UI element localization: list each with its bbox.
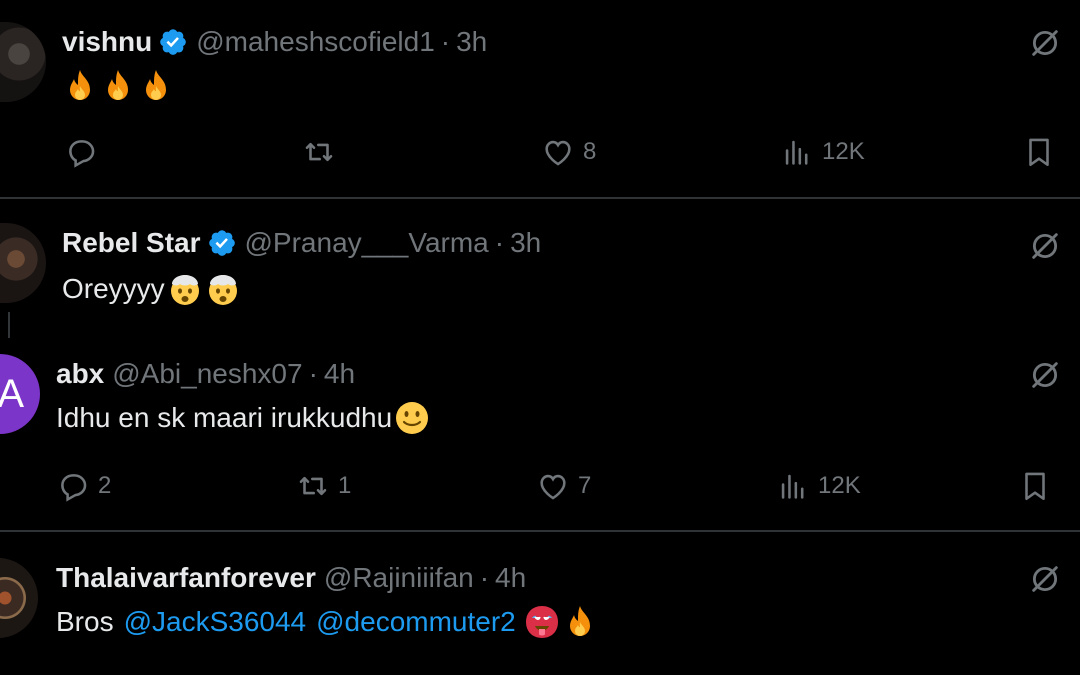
timestamp[interactable]: 4h [495, 562, 526, 594]
reply-count: 2 [98, 472, 112, 499]
mention-link[interactable]: @decommuter2 [316, 604, 516, 640]
thread-line [8, 312, 10, 338]
bookmark-icon [1022, 135, 1056, 169]
fire-emoji-icon [562, 604, 598, 640]
repost-button[interactable] [302, 132, 336, 172]
grok-icon[interactable] [1028, 562, 1062, 596]
repost-count: 1 [338, 472, 352, 499]
separator: · [440, 26, 451, 57]
action-bar: 2 1 7 12K [0, 466, 1080, 506]
like-icon [541, 135, 575, 169]
reply-button[interactable] [64, 132, 98, 172]
avatar[interactable] [0, 223, 46, 303]
avatar[interactable]: A [0, 354, 40, 434]
handle[interactable]: @maheshscofield1 [196, 26, 435, 58]
tweet-body: Bros [56, 606, 114, 637]
grok-icon[interactable] [1028, 229, 1062, 263]
fire-emoji-icon [62, 68, 98, 104]
grok-icon[interactable] [1028, 358, 1062, 392]
views-button[interactable]: 12K [780, 132, 865, 172]
views-icon [776, 469, 810, 503]
hot-face-emoji-icon [524, 604, 560, 640]
avatar[interactable] [0, 558, 38, 638]
repost-icon [302, 135, 336, 169]
handle[interactable]: @Pranay___Varma [245, 227, 489, 259]
like-count: 7 [578, 472, 592, 499]
mention-link[interactable]: @JackS36044 [124, 604, 307, 640]
like-count: 8 [583, 138, 597, 165]
view-count: 12K [818, 472, 861, 499]
tweet-vishnu[interactable]: vishnu @maheshscofield1 · 3h 8 12K [0, 0, 1080, 198]
tweet-text [62, 68, 174, 104]
reply-button[interactable]: 2 [56, 466, 111, 506]
separator: · [308, 358, 318, 389]
verified-badge-icon [158, 27, 188, 57]
repost-button[interactable]: 1 [296, 466, 351, 506]
tweet-body: Oreyyyy [62, 273, 165, 304]
action-bar: 8 12K [0, 132, 1080, 172]
handle[interactable]: @Rajiniiifan [324, 562, 474, 594]
avatar-letter: A [0, 371, 24, 416]
tweet-text: Bros @JackS36044 @decommuter2 [56, 604, 598, 640]
view-count: 12K [822, 138, 865, 165]
bookmark-button[interactable] [1018, 466, 1052, 506]
tweet-thalaivarfanforever[interactable]: Thalaivarfanforever @Rajiniiifan · 4h Br… [0, 532, 1080, 675]
verified-badge-icon [207, 228, 237, 258]
fire-emoji-icon [100, 68, 136, 104]
tweet-abx[interactable]: A abx @Abi_neshx07 · 4h Idhu en sk maari… [0, 336, 1080, 530]
separator: · [494, 227, 505, 258]
separator: · [479, 562, 490, 593]
timestamp[interactable]: 3h [510, 227, 541, 259]
tweet-text: Oreyyyy [62, 271, 241, 307]
display-name[interactable]: Thalaivarfanforever [56, 562, 316, 594]
reply-icon [56, 469, 90, 503]
exploding-head-emoji-icon [167, 271, 203, 307]
display-name[interactable]: vishnu [62, 26, 152, 58]
display-name[interactable]: Rebel Star [62, 227, 201, 259]
bookmark-icon [1018, 469, 1052, 503]
display-name[interactable]: abx [56, 358, 104, 390]
tweet-rebel-star[interactable]: Rebel Star @Pranay___Varma · 3h Oreyyyy [0, 199, 1080, 331]
reply-icon [64, 135, 98, 169]
tweet-text: Idhu en sk maari irukkudhu [56, 400, 430, 436]
views-icon [780, 135, 814, 169]
views-button[interactable]: 12K [776, 466, 861, 506]
avatar[interactable] [0, 22, 46, 102]
fire-emoji-icon [138, 68, 174, 104]
exploding-head-emoji-icon [205, 271, 241, 307]
timestamp[interactable]: 3h [456, 26, 487, 58]
grok-icon[interactable] [1028, 26, 1062, 60]
tweet-body: Idhu en sk maari irukkudhu [56, 402, 393, 433]
handle[interactable]: @Abi_neshx07 [112, 358, 302, 390]
timestamp[interactable]: 4h [324, 358, 355, 390]
repost-icon [296, 469, 330, 503]
like-button[interactable]: 8 [541, 132, 596, 172]
like-icon [536, 469, 570, 503]
like-button[interactable]: 7 [536, 466, 591, 506]
slightly-smiling-face-emoji-icon [394, 400, 430, 436]
bookmark-button[interactable] [1022, 132, 1056, 172]
